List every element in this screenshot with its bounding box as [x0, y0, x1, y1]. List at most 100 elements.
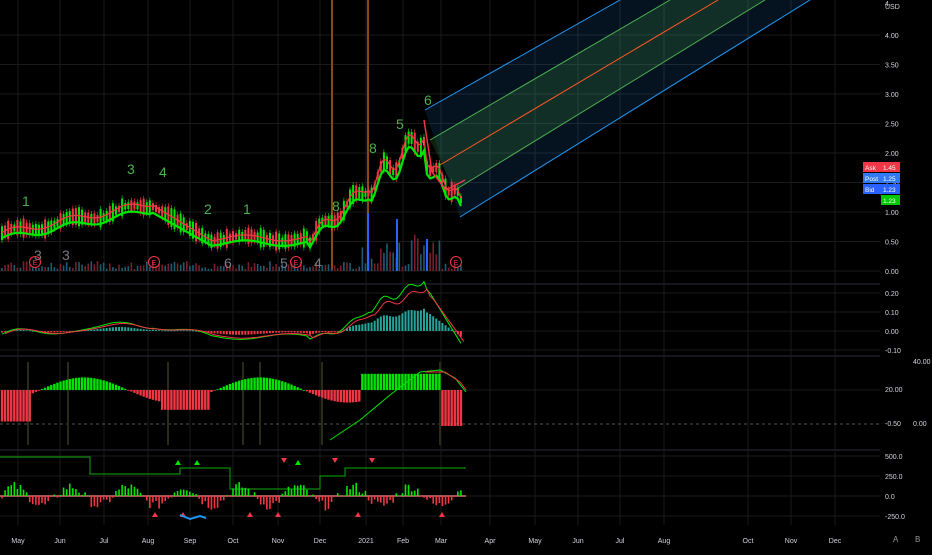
macd-histogram-bar — [327, 331, 330, 333]
oscillator-bar — [179, 489, 182, 496]
volume-bar — [72, 267, 74, 271]
td-count-label: 4 — [314, 255, 322, 271]
td-count-label: 3 — [127, 161, 135, 177]
macd-histogram-bar — [56, 331, 59, 333]
post-value: 1.25 — [883, 176, 896, 183]
volume-bar — [176, 263, 179, 271]
oscillator-bar — [333, 496, 336, 497]
oscillator-bar — [112, 496, 114, 498]
volume-bar — [210, 268, 213, 271]
earnings-icon-label: E — [33, 260, 38, 267]
macd-histogram-bar — [272, 331, 275, 333]
macd-histogram-bar — [410, 310, 413, 331]
volume-bar — [170, 263, 173, 271]
candle — [87, 212, 90, 225]
momentum-bar — [10, 390, 13, 422]
oscillator-bar — [115, 491, 117, 496]
macd-histogram-bar — [426, 312, 429, 331]
macd-histogram-bar — [293, 331, 296, 333]
macd-histogram-bar — [355, 325, 358, 331]
momentum-bar — [201, 390, 204, 410]
momentum-bar — [395, 373, 398, 390]
momentum-bar — [247, 378, 250, 390]
volume-bar — [404, 265, 407, 271]
time-axis-label: May — [11, 538, 25, 545]
volume-bar — [47, 267, 49, 271]
macd-histogram-bar — [281, 331, 284, 333]
macd-histogram-bar — [447, 327, 450, 331]
macd-histogram-bar — [413, 310, 416, 331]
momentum-bar — [274, 379, 278, 390]
momentum-bar — [318, 390, 321, 397]
volume-bar — [410, 240, 413, 271]
oscillator-bar — [204, 496, 207, 502]
momentum-bar — [160, 390, 164, 410]
volume-bar — [182, 262, 185, 271]
volume-bar — [426, 239, 428, 271]
oscillator-bar — [367, 496, 370, 501]
macd-histogram-bar — [105, 327, 108, 331]
auto-scale-button[interactable]: A — [893, 535, 898, 544]
volume-bar — [330, 268, 333, 271]
oscillator-triangle-marker — [275, 512, 281, 517]
momentum-bar — [213, 390, 216, 391]
volume-bar — [247, 262, 250, 271]
momentum-bar — [216, 389, 219, 391]
oscillator-bar — [352, 484, 354, 496]
macd-histogram-bar — [419, 310, 422, 331]
oscillator-bar — [198, 496, 200, 499]
volume-bar — [124, 266, 126, 271]
volume-bar — [241, 265, 244, 271]
momentum-bar — [447, 390, 450, 426]
momentum-bar — [108, 382, 111, 390]
macd-histogram-bar — [62, 331, 65, 332]
chart-canvas[interactable]: 4.003.503.002.502.001.501.000.500.00USD4… — [0, 0, 932, 550]
td-count-label: 6 — [424, 92, 432, 108]
oscillator-bar — [78, 492, 80, 496]
macd-histogram-bar — [352, 325, 355, 331]
macd-histogram-bar — [324, 331, 327, 333]
oscillator-bar — [87, 495, 90, 497]
td-count-label: 1 — [243, 201, 251, 217]
oscillator-bar — [355, 482, 357, 496]
momentum-bar — [234, 381, 238, 390]
candle — [114, 206, 117, 215]
momentum-bar — [441, 390, 444, 426]
oscillator-bar — [59, 495, 62, 496]
macd-histogram-bar — [349, 326, 352, 331]
price-tick: 3.00 — [885, 92, 899, 99]
macd-histogram-bar — [139, 328, 142, 331]
macd-histogram-bar — [395, 316, 398, 331]
signal-up-triangle — [295, 460, 301, 465]
macd-histogram-bar — [90, 329, 93, 331]
volume-bar — [309, 267, 311, 271]
volume-bar — [164, 265, 167, 271]
macd-histogram-bar — [398, 315, 401, 331]
volume-bar — [253, 263, 256, 271]
macd-histogram-bar — [50, 331, 53, 333]
oscillator-bar — [330, 496, 333, 502]
volume-bar — [25, 261, 28, 271]
momentum-bar — [391, 373, 395, 390]
momentum-bar — [96, 378, 99, 390]
volume-bar — [204, 267, 207, 271]
volume-bar — [266, 267, 268, 271]
macd-histogram-bar — [389, 316, 392, 331]
macd-histogram-bar — [302, 331, 305, 333]
oscillator-bar — [361, 493, 364, 496]
volume-bar — [118, 264, 120, 271]
candle — [90, 213, 93, 224]
td-count-label: 1 — [22, 193, 30, 209]
oscillator-bar — [176, 490, 179, 496]
oscillator-bar — [407, 484, 410, 496]
macd-histogram-bar — [250, 331, 253, 335]
log-scale-button[interactable]: B — [915, 535, 920, 544]
momentum-bar — [127, 390, 130, 391]
oscillator-bar — [429, 496, 431, 499]
macd-histogram-bar — [262, 331, 265, 334]
volume-bar — [133, 268, 136, 271]
volume-bar — [413, 234, 416, 271]
chart-area[interactable]: 4.003.503.002.502.001.501.000.500.00USD4… — [0, 0, 932, 550]
momentum-bar — [56, 382, 59, 390]
oscillator-bar — [16, 488, 19, 496]
